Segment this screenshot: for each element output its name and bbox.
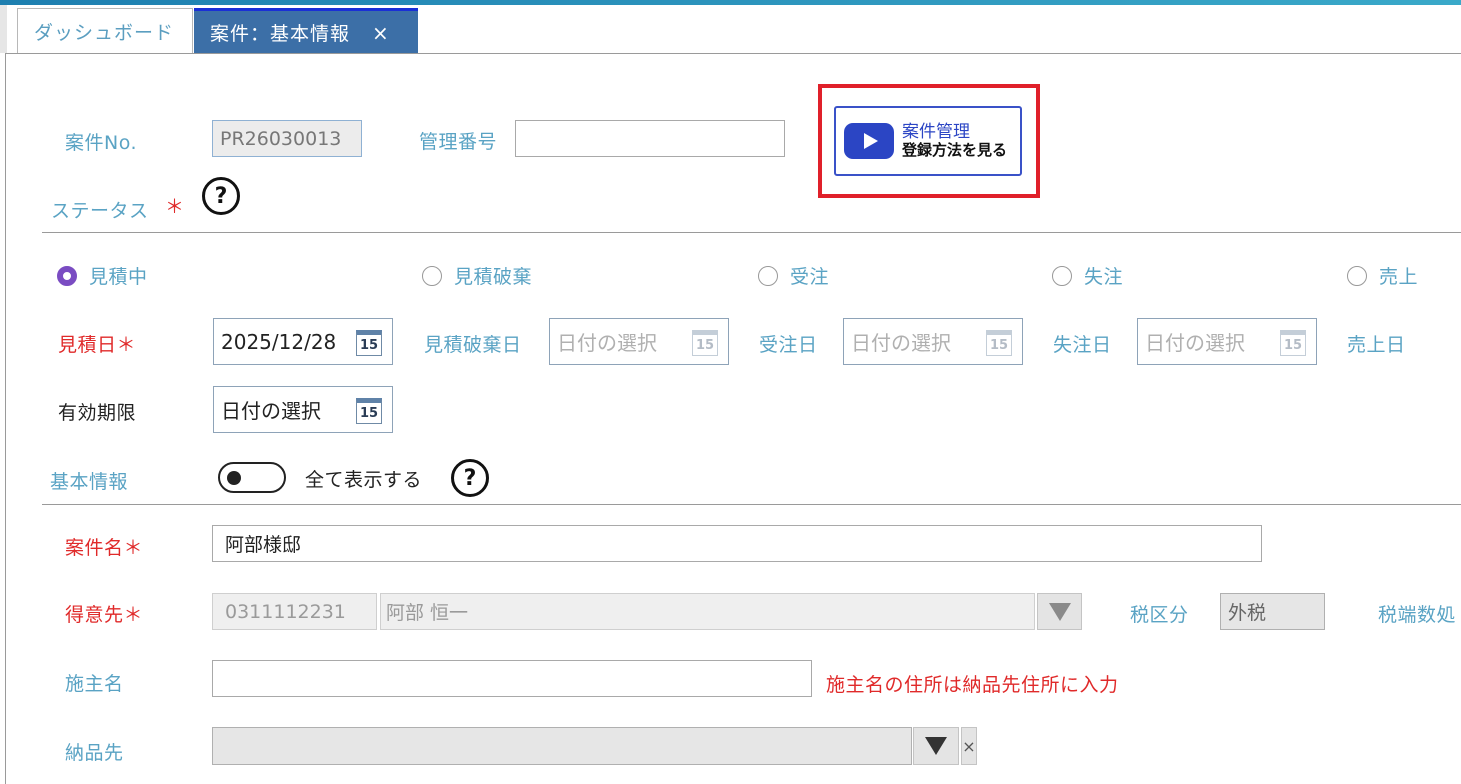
delivery-field	[212, 727, 912, 765]
calendar-icon[interactable]: 15	[356, 330, 382, 356]
status-option-label: 売上	[1379, 266, 1419, 288]
order-date-label: 受注日	[759, 334, 818, 356]
tax-type-label: 税区分	[1130, 604, 1189, 626]
status-option-label: 見積中	[89, 266, 148, 288]
delivery-label: 納品先	[65, 742, 124, 764]
status-help-icon[interactable]: ?	[202, 177, 240, 215]
tab-dashboard[interactable]: ダッシュボード	[17, 8, 193, 54]
mgmt-no-input[interactable]	[515, 120, 785, 157]
calendar-icon[interactable]: 15	[1280, 330, 1306, 356]
basic-info-divider	[42, 504, 1461, 505]
tax-rounding-label: 税端数処	[1378, 604, 1457, 626]
tab-close-icon[interactable]: ×	[372, 21, 390, 45]
delivery-clear-icon[interactable]: ×	[961, 727, 977, 765]
validity-label: 有効期限	[58, 402, 137, 424]
estimate-date-value: 2025/12/28	[221, 329, 337, 354]
app-root: ダッシュボード 案件：基本情報 × 案件No. PR26030013 管理番号 …	[0, 0, 1461, 784]
tab-case-basic-info[interactable]: 案件：基本情報 ×	[194, 8, 418, 54]
owner-address-note: 施主名の住所は納品先住所に入力	[826, 674, 1119, 696]
lost-date-placeholder: 日付の選択	[1145, 331, 1245, 355]
video-button-text: 案件管理 登録方法を見る	[902, 123, 1007, 158]
status-option-label: 失注	[1084, 266, 1124, 288]
owner-name-input[interactable]	[212, 660, 812, 697]
customer-code-field: 0311112231	[212, 593, 377, 630]
status-radio-estimating[interactable]: 見積中	[57, 262, 148, 289]
tab-bar-gutter	[0, 5, 7, 53]
status-option-label: 受注	[790, 266, 830, 288]
discard-date-label: 見積破棄日	[424, 334, 522, 356]
tab-dashboard-label: ダッシュボード	[34, 22, 175, 44]
chevron-down-icon	[1048, 602, 1071, 621]
discard-date-picker[interactable]: 日付の選択 15	[549, 318, 729, 365]
estimate-date-picker[interactable]: 2025/12/28 15	[213, 318, 393, 365]
radio-unselected-icon	[422, 265, 442, 286]
status-section-label: ステータス	[51, 200, 149, 222]
lost-date-label: 失注日	[1053, 334, 1112, 356]
status-radio-estimate-discarded[interactable]: 見積破棄	[422, 262, 532, 289]
status-radio-lost[interactable]: 失注	[1052, 262, 1123, 289]
order-date-picker[interactable]: 日付の選択 15	[843, 318, 1023, 365]
mgmt-no-label: 管理番号	[419, 131, 498, 153]
order-date-placeholder: 日付の選択	[851, 331, 951, 355]
show-all-toggle[interactable]	[218, 462, 286, 493]
calendar-icon[interactable]: 15	[356, 398, 382, 424]
customer-name-field: 阿部 恒一	[380, 593, 1035, 630]
radio-unselected-icon	[1347, 265, 1367, 286]
status-radio-sales[interactable]: 売上	[1347, 262, 1418, 289]
radio-unselected-icon	[1052, 265, 1072, 286]
status-divider	[42, 232, 1461, 233]
delivery-dropdown-button[interactable]	[913, 727, 959, 765]
lost-date-picker[interactable]: 日付の選択 15	[1137, 318, 1317, 365]
status-radio-ordered[interactable]: 受注	[758, 262, 829, 289]
calendar-icon[interactable]: 15	[692, 330, 718, 356]
status-required-mark: ＊	[165, 196, 185, 218]
toggle-knob	[227, 471, 241, 485]
tab-case-basic-info-label: 案件：基本情報	[210, 23, 351, 45]
case-name-input[interactable]: 阿部様邸	[212, 525, 1262, 562]
case-no-field: PR26030013	[212, 120, 362, 157]
chevron-down-icon	[925, 737, 947, 755]
validity-date-picker[interactable]: 日付の選択 15	[213, 386, 393, 433]
video-button-line2: 登録方法を見る	[902, 141, 1008, 160]
status-option-label: 見積破棄	[454, 266, 533, 288]
calendar-icon[interactable]: 15	[986, 330, 1012, 356]
video-button-line1: 案件管理	[902, 122, 970, 143]
show-all-label: 全て表示する	[305, 469, 423, 491]
estimate-date-label: 見積日＊	[58, 334, 137, 356]
basic-info-section-label: 基本情報	[50, 471, 129, 493]
tax-type-field: 外税	[1220, 593, 1325, 630]
basic-info-help-icon[interactable]: ?	[451, 459, 489, 497]
case-no-label: 案件No.	[65, 132, 138, 154]
sales-date-label: 売上日	[1347, 334, 1406, 356]
radio-unselected-icon	[758, 265, 778, 286]
customer-label: 得意先＊	[65, 604, 144, 626]
how-to-video-button[interactable]: 案件管理 登録方法を見る	[834, 106, 1022, 176]
play-icon	[844, 123, 894, 159]
radio-selected-icon	[57, 265, 77, 286]
case-name-label: 案件名＊	[65, 537, 144, 559]
discard-date-placeholder: 日付の選択	[557, 331, 657, 355]
owner-name-label: 施主名	[65, 673, 124, 695]
validity-date-placeholder: 日付の選択	[221, 399, 321, 423]
customer-dropdown-button[interactable]	[1037, 593, 1082, 630]
